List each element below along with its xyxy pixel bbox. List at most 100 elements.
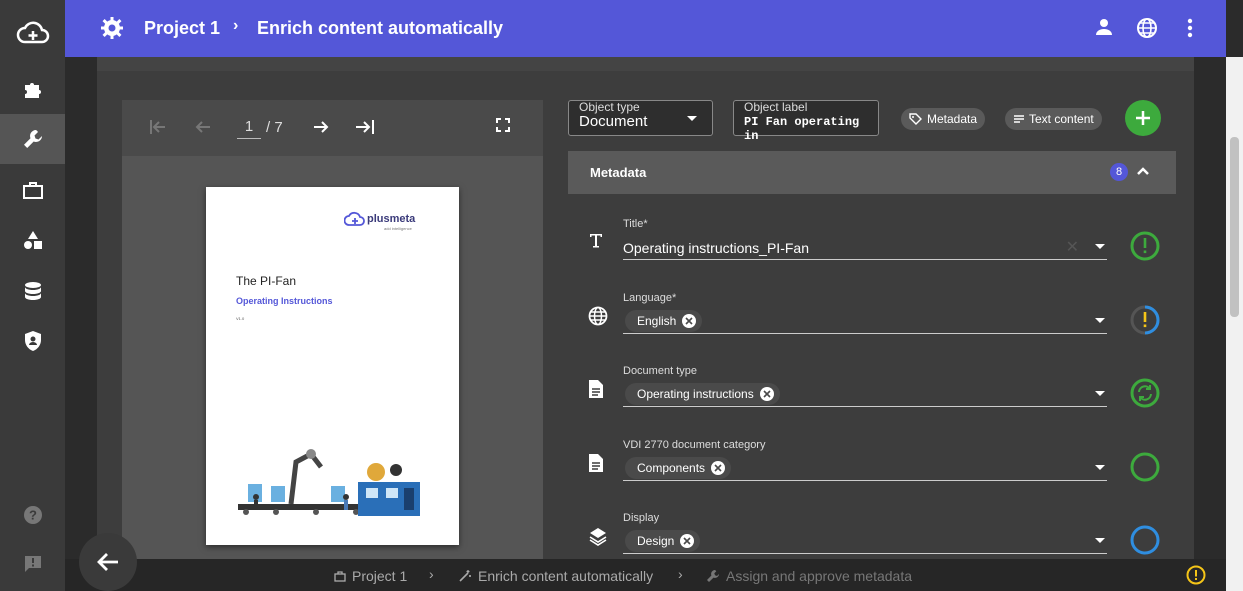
vdi-category-chip-label: Components: [637, 461, 706, 475]
more-vert-icon[interactable]: [1185, 17, 1195, 44]
object-type-select[interactable]: Object type Document: [568, 100, 713, 136]
wrench-icon: [707, 570, 719, 582]
breadcrumb-assign[interactable]: Assign and approve metadata: [706, 568, 912, 584]
gear-icon[interactable]: [101, 17, 123, 44]
svg-text:?: ?: [29, 508, 37, 523]
page-number-input[interactable]: 1: [237, 118, 261, 139]
help-icon[interactable]: ?: [0, 490, 65, 540]
page-title: Enrich content automatically: [257, 18, 504, 38]
object-label-value: PI Fan operating in: [744, 115, 860, 143]
language-chip-label: English: [637, 314, 677, 328]
shapes-icon[interactable]: [0, 215, 65, 265]
pdf-version: V1.0: [236, 316, 245, 321]
fullscreen-icon[interactable]: [495, 117, 511, 138]
metadata-row-title: Title* Operating instructions_PI-Fan ✕: [568, 204, 1176, 278]
scrollbar-thumb[interactable]: [1230, 137, 1239, 317]
document-type-field-label: Document type: [623, 365, 697, 377]
breadcrumb-project[interactable]: Project 1: [334, 568, 407, 584]
status-ok-circle-icon: [1130, 452, 1160, 482]
briefcase-icon: [334, 570, 346, 582]
title-input[interactable]: Operating instructions_PI-Fan ✕: [623, 234, 1107, 260]
chevron-up-icon[interactable]: [1136, 164, 1150, 183]
text-lines-icon: [1014, 115, 1024, 123]
chevron-down-icon[interactable]: [687, 116, 697, 121]
chevron-down-icon[interactable]: [1095, 391, 1105, 396]
last-page-icon[interactable]: [354, 117, 376, 142]
chevron-down-icon[interactable]: [1095, 244, 1105, 249]
database-icon[interactable]: [0, 266, 65, 316]
breadcrumb-assign-label: Assign and approve metadata: [726, 568, 913, 584]
factory-illustration-icon: [236, 442, 426, 527]
close-icon[interactable]: [680, 534, 695, 548]
wrench-icon[interactable]: [0, 114, 65, 164]
globe-icon[interactable]: [1136, 17, 1158, 44]
chevron-down-icon[interactable]: [1095, 465, 1105, 470]
card-header-strip: [97, 57, 1194, 71]
next-page-icon[interactable]: [311, 117, 331, 142]
metadata-panel-title: Metadata: [590, 165, 647, 180]
text-content-chip-label: Text content: [1029, 112, 1094, 126]
vdi-category-input[interactable]: Components: [623, 455, 1107, 481]
chevron-right-icon: ›: [233, 17, 239, 34]
document-icon: [588, 379, 604, 404]
chevron-right-icon: ›: [678, 566, 683, 582]
breadcrumb-project-label: Project 1: [352, 568, 408, 584]
chevron-down-icon[interactable]: [1095, 318, 1105, 323]
tags-icon: [909, 113, 922, 125]
globe-icon: [588, 306, 608, 331]
document-type-chip: Operating instructions: [625, 383, 780, 405]
first-page-icon[interactable]: [148, 117, 168, 142]
pdf-logo-subtitle: add intelligence: [384, 226, 412, 231]
close-icon[interactable]: [682, 314, 697, 328]
add-button[interactable]: [1125, 100, 1161, 136]
warning-icon[interactable]: [1186, 565, 1206, 590]
object-label-field[interactable]: Object label PI Fan operating in: [733, 100, 879, 143]
metadata-row-vdi-category: VDI 2770 document category Components: [568, 425, 1176, 499]
prev-page-icon[interactable]: [193, 117, 213, 142]
cloud-logo-icon[interactable]: [0, 0, 65, 65]
briefcase-icon[interactable]: [0, 165, 65, 215]
chevron-right-icon: ›: [429, 566, 434, 582]
text-content-toggle-button[interactable]: Text content: [1005, 108, 1102, 130]
object-type-label: Object type: [579, 100, 640, 114]
status-progress-icon: [1130, 305, 1160, 335]
language-chip: English: [625, 310, 703, 332]
close-icon[interactable]: [759, 387, 774, 401]
project-link[interactable]: Project 1: [144, 18, 220, 39]
main-content: 1 / 7 plusmeta add intelligence The PI-F…: [65, 57, 1226, 560]
feedback-icon[interactable]: [0, 539, 65, 589]
title-value: Operating instructions_PI-Fan: [623, 240, 809, 256]
document-type-input[interactable]: Operating instructions: [623, 381, 1107, 407]
breadcrumb-enrich[interactable]: Enrich content automatically: [458, 568, 653, 584]
object-label-label: Object label: [744, 100, 808, 114]
top-bar: Project 1 › Enrich content automatically: [65, 0, 1226, 57]
status-sync-icon: [1130, 378, 1160, 408]
display-field-label: Display: [623, 512, 660, 524]
display-chip-label: Design: [637, 534, 675, 548]
pdf-logo-text: plusmeta: [367, 213, 416, 225]
chevron-down-icon[interactable]: [1095, 538, 1105, 543]
clear-icon[interactable]: ✕: [1066, 237, 1079, 257]
user-icon[interactable]: [1094, 17, 1114, 42]
puzzle-icon[interactable]: [0, 64, 65, 114]
title-field-label: Title*: [623, 218, 648, 230]
shield-icon[interactable]: [0, 316, 65, 366]
back-button[interactable]: [79, 533, 137, 591]
close-icon[interactable]: [711, 461, 726, 475]
language-field-label: Language*: [623, 292, 677, 304]
status-pending-circle-icon: [1130, 525, 1160, 555]
display-input[interactable]: Design: [623, 528, 1107, 554]
metadata-panel-header[interactable]: Metadata 8: [568, 151, 1176, 194]
document-icon: [588, 453, 604, 478]
metadata-row-language: Language* English: [568, 278, 1176, 352]
metadata-toggle-button[interactable]: Metadata: [901, 108, 986, 130]
document-viewer: 1 / 7 plusmeta add intelligence The PI-F…: [122, 100, 543, 560]
breadcrumb-enrich-label: Enrich content automatically: [478, 568, 654, 584]
pdf-title: The PI-Fan: [236, 274, 297, 288]
bottom-breadcrumb-bar: Project 1 › Enrich content automatically…: [65, 559, 1226, 591]
pdf-subtitle: Operating Instructions: [236, 296, 333, 306]
language-input[interactable]: English: [623, 308, 1107, 334]
page-scrollbar[interactable]: [1226, 57, 1243, 591]
page-total: / 7: [266, 119, 283, 136]
object-type-value: Document: [579, 113, 648, 130]
